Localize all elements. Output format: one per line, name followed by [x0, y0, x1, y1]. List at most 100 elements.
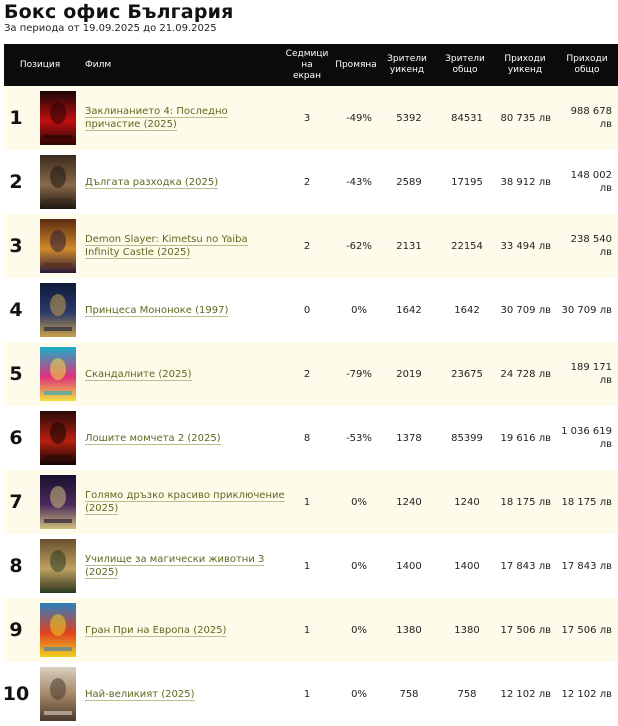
viewers-total: 1642: [454, 304, 480, 316]
change-percent: 0%: [351, 496, 367, 508]
table-row: 7 Голямо дръзко красиво приключение (2025…: [4, 470, 618, 534]
change-percent: 0%: [351, 624, 367, 636]
movie-title-cell: Заклинанието 4: Последно причастие (2025…: [85, 86, 285, 150]
movie-title-link[interactable]: Лошите момчета 2 (2025): [85, 432, 221, 445]
revenue-weekend: 19 616 лв: [500, 432, 551, 444]
movie-poster[interactable]: [40, 539, 76, 593]
revenue-total: 17 843 лв: [561, 560, 612, 572]
movie-poster[interactable]: [40, 347, 76, 401]
viewers-weekend: 1642: [396, 304, 422, 316]
rank-number: 5: [9, 363, 23, 385]
change-percent: -79%: [346, 368, 372, 380]
movie-title-link[interactable]: Заклинанието 4: Последно причастие (2025…: [85, 106, 228, 131]
weeks-on-screen: 2: [303, 368, 311, 380]
weeks-on-screen: 0: [303, 304, 311, 316]
movie-poster[interactable]: [40, 667, 76, 721]
table-row: 6 Лошите момчета 2 (2025) 8 -53% 1378 85399 19…: [4, 406, 618, 470]
weeks-on-screen: 8: [303, 432, 311, 444]
header-film[interactable]: Филм: [85, 44, 111, 86]
viewers-weekend: 1400: [396, 560, 422, 572]
viewers-total: 85399: [451, 432, 483, 444]
table-header: Позиция Филм Седмици на екран Промяна Зр…: [4, 44, 618, 86]
movie-title-link[interactable]: Принцеса Мононоке (1997): [85, 304, 229, 317]
viewers-total: 758: [457, 688, 477, 700]
weeks-on-screen: 1: [303, 496, 311, 508]
movie-title-link[interactable]: Най-великият (2025): [85, 688, 195, 701]
revenue-weekend: 80 735 лв: [500, 112, 551, 124]
movie-title-link[interactable]: Голямо дръзко красиво приключение (2025): [85, 490, 285, 515]
header-revenue-weekend[interactable]: Приходи уикенд: [499, 44, 551, 86]
viewers-total: 84531: [451, 112, 483, 124]
viewers-total: 1400: [454, 560, 480, 572]
weeks-on-screen: 3: [303, 112, 311, 124]
viewers-weekend: 758: [399, 688, 419, 700]
movie-poster[interactable]: [40, 603, 76, 657]
table-row: 10 Най-великият (2025) 1 0% 758 758 12 102 лв 1…: [2, 662, 618, 726]
viewers-total: 23675: [451, 368, 483, 380]
revenue-weekend: 17 843 лв: [500, 560, 551, 572]
revenue-total: 17 506 лв: [561, 624, 612, 636]
viewers-total: 1380: [454, 624, 480, 636]
movie-poster[interactable]: [40, 283, 76, 337]
weeks-on-screen: 1: [303, 688, 311, 700]
table-row: 1 Заклинанието 4: Последно причастие (202…: [4, 86, 618, 150]
change-percent: -49%: [346, 112, 372, 124]
movie-title-cell: Голямо дръзко красиво приключение (2025): [85, 470, 285, 534]
table-row: 9 Гран При на Европа (2025) 1 0% 1380 1380 17 …: [4, 598, 618, 662]
table-row: 3 Demon Slayer: Kimetsu no Yaiba Infinity…: [4, 214, 618, 278]
header-position[interactable]: Позиция: [4, 44, 76, 86]
revenue-total: 12 102 лв: [561, 688, 612, 700]
viewers-total: 22154: [451, 240, 483, 252]
movie-poster[interactable]: [40, 219, 76, 273]
revenue-total: 189 171 лв: [570, 362, 612, 386]
viewers-weekend: 2589: [396, 176, 422, 188]
revenue-weekend: 17 506 лв: [500, 624, 551, 636]
revenue-weekend: 38 912 лв: [500, 176, 551, 188]
header-change[interactable]: Промяна: [331, 44, 381, 86]
header-revenue-total[interactable]: Приходи общо: [560, 44, 614, 86]
revenue-weekend: 30 709 лв: [500, 304, 551, 316]
table-row: 4 Принцеса Мононоке (1997) 0 0% 1642 1642 30 7…: [4, 278, 618, 342]
revenue-total: 30 709 лв: [561, 304, 612, 316]
viewers-weekend: 1240: [396, 496, 422, 508]
revenue-weekend: 18 175 лв: [500, 496, 551, 508]
rank-number: 4: [9, 299, 23, 321]
table-row: 2 Дългата разходка (2025) 2 -43% 2589 17195 38…: [4, 150, 618, 214]
movie-title-cell: Demon Slayer: Kimetsu no Yaiba Infinity …: [85, 214, 285, 278]
viewers-weekend: 2019: [396, 368, 422, 380]
header-weeks[interactable]: Седмици на екран: [285, 44, 329, 86]
movie-poster[interactable]: [40, 475, 76, 529]
movie-poster[interactable]: [40, 155, 76, 209]
weeks-on-screen: 1: [303, 624, 311, 636]
header-viewers-weekend[interactable]: Зрители уикенд: [385, 44, 429, 86]
movie-title-link[interactable]: Дългата разходка (2025): [85, 176, 219, 189]
movie-title-link[interactable]: Училище за магически животни 3 (2025): [85, 554, 265, 579]
page-title: Бокс офис България: [4, 1, 234, 23]
weeks-on-screen: 2: [303, 240, 311, 252]
revenue-total: 1 036 619 лв: [561, 426, 612, 450]
rank-number: 6: [9, 427, 23, 449]
movie-title-link[interactable]: Скандалните (2025): [85, 368, 192, 381]
revenue-weekend: 12 102 лв: [500, 688, 551, 700]
viewers-weekend: 2131: [396, 240, 422, 252]
revenue-weekend: 33 494 лв: [500, 240, 551, 252]
weeks-on-screen: 1: [303, 560, 311, 572]
movie-title-link[interactable]: Demon Slayer: Kimetsu no Yaiba Infinity …: [85, 234, 248, 259]
movie-poster[interactable]: [40, 411, 76, 465]
rank-number: 3: [9, 235, 23, 257]
change-percent: -62%: [346, 240, 372, 252]
rank-number: 10: [2, 683, 30, 705]
header-viewers-total[interactable]: Зрители общо: [443, 44, 487, 86]
viewers-weekend: 1380: [396, 624, 422, 636]
movie-poster[interactable]: [40, 91, 76, 145]
movie-title-cell: Гран При на Европа (2025): [85, 598, 285, 662]
change-percent: 0%: [351, 304, 367, 316]
movie-title-cell: Дългата разходка (2025): [85, 150, 285, 214]
movie-title-cell: Училище за магически животни 3 (2025): [85, 534, 285, 598]
revenue-total: 238 540 лв: [570, 234, 612, 258]
movie-title-link[interactable]: Гран При на Европа (2025): [85, 624, 227, 637]
table-row: 8 Училище за магически животни 3 (2025) 1 0…: [4, 534, 618, 598]
rank-number: 2: [9, 171, 23, 193]
revenue-total: 18 175 лв: [561, 496, 612, 508]
change-percent: 0%: [351, 560, 367, 572]
